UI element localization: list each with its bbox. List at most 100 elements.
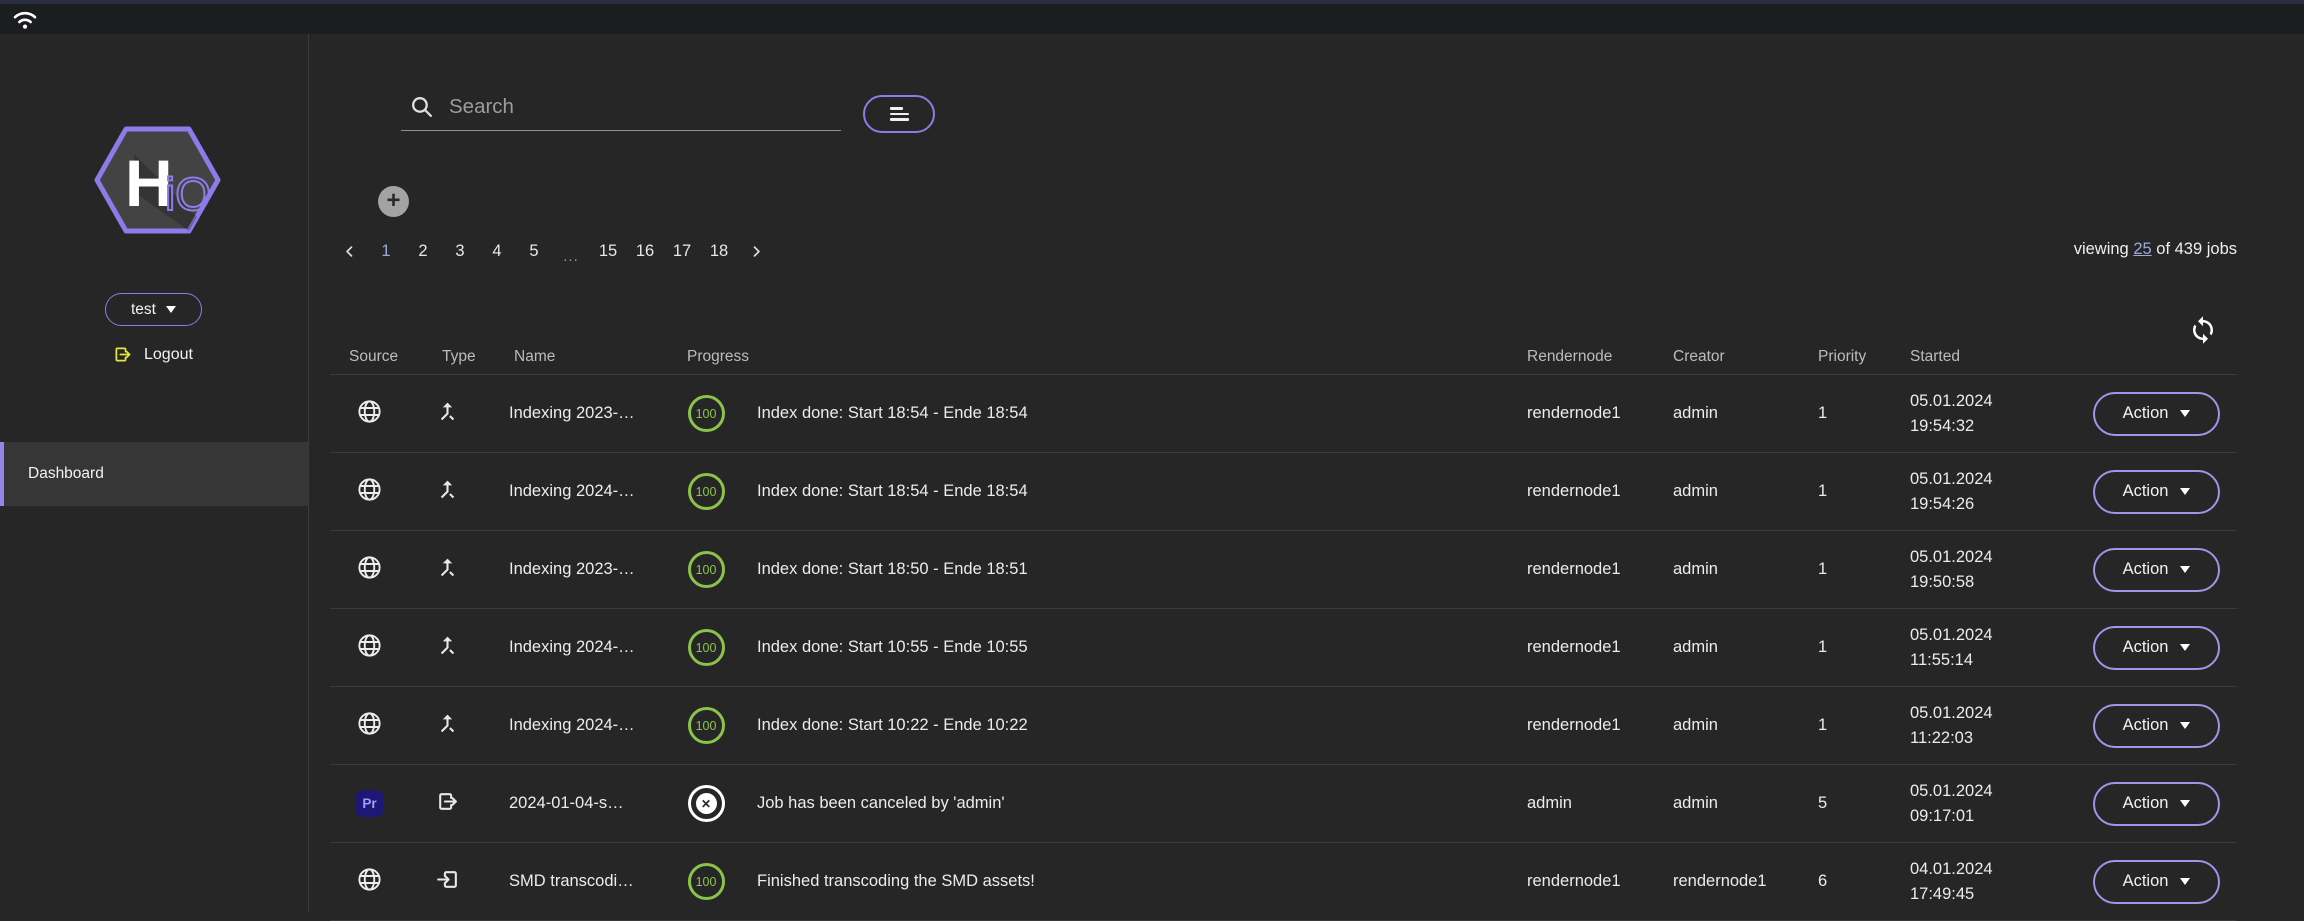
type-cell	[418, 711, 492, 741]
globe-icon	[356, 398, 383, 430]
progress-badge: 100	[688, 473, 725, 510]
progress-cell: 100	[668, 473, 744, 510]
merge-icon	[435, 633, 460, 663]
chevron-down-icon	[2180, 566, 2190, 573]
started-time: 19:54:32	[1910, 414, 2040, 439]
column-header-source: Source	[330, 348, 418, 366]
search-input[interactable]	[447, 88, 831, 126]
job-name: Indexing 2023-…	[492, 560, 668, 579]
svg-text:iO: iO	[165, 168, 211, 220]
search-bar	[401, 83, 841, 131]
action-button[interactable]: Action	[2093, 470, 2220, 514]
type-cell	[418, 867, 492, 897]
viewing-count-link[interactable]: 25	[2133, 240, 2151, 258]
chevron-down-icon	[2180, 410, 2190, 417]
source-cell	[330, 398, 418, 430]
job-name: Indexing 2024-…	[492, 638, 668, 657]
job-started: 04.01.2024 17:49:45	[1880, 857, 2040, 907]
merge-icon	[435, 399, 460, 429]
pagination-page-5[interactable]: 5	[521, 237, 547, 265]
progress-cell: ✕	[668, 785, 744, 822]
progress-cell: 100	[668, 551, 744, 588]
action-label: Action	[2123, 872, 2169, 891]
summary-prefix: viewing	[2074, 240, 2134, 258]
filter-lines-icon	[890, 107, 909, 121]
action-button[interactable]: Action	[2093, 782, 2220, 826]
type-cell	[418, 477, 492, 507]
wifi-icon	[12, 9, 38, 31]
progress-cell: 100	[668, 395, 744, 432]
table-row: SMD transcodi… 100 Finished transcoding …	[330, 843, 2237, 921]
started-date: 05.01.2024	[1910, 701, 2040, 726]
globe-icon	[356, 632, 383, 664]
pagination-next[interactable]	[743, 237, 769, 265]
job-name: Indexing 2023-…	[492, 404, 668, 423]
canceled-icon: ✕	[688, 785, 725, 822]
merge-icon	[435, 477, 460, 507]
summary-suffix: of 439 jobs	[2152, 240, 2237, 258]
pagination-ellipsis: ...	[558, 237, 584, 265]
action-button[interactable]: Action	[2093, 626, 2220, 670]
job-rendernode: rendernode1	[1497, 482, 1643, 501]
job-status: Finished transcoding the SMD assets!	[744, 872, 1497, 891]
job-started: 05.01.2024 11:55:14	[1880, 623, 2040, 673]
job-rendernode: rendernode1	[1497, 716, 1643, 735]
account-dropdown[interactable]: test	[105, 293, 202, 326]
started-date: 05.01.2024	[1910, 623, 2040, 648]
pagination-page-2[interactable]: 2	[410, 237, 436, 265]
sidebar-item-dashboard[interactable]: Dashboard	[0, 442, 308, 506]
job-priority: 5	[1788, 794, 1880, 813]
status-bar	[0, 4, 2304, 34]
logout-label: Logout	[144, 346, 193, 364]
chevron-down-icon	[2180, 878, 2190, 885]
pagination-page-18[interactable]: 18	[706, 237, 732, 265]
source-cell	[330, 554, 418, 586]
source-cell	[330, 476, 418, 508]
source-cell	[330, 632, 418, 664]
started-date: 05.01.2024	[1910, 779, 2040, 804]
job-creator: admin	[1643, 716, 1788, 735]
action-button[interactable]: Action	[2093, 392, 2220, 436]
job-rendernode: rendernode1	[1497, 560, 1643, 579]
type-cell	[418, 633, 492, 663]
jobs-summary: viewing 25 of 439 jobs	[2074, 240, 2237, 259]
jobs-table: SourceTypeNameProgressRendernodeCreatorP…	[330, 340, 2237, 921]
globe-icon	[356, 554, 383, 586]
logout-button[interactable]: Logout	[112, 344, 193, 365]
job-creator: admin	[1643, 482, 1788, 501]
filter-button[interactable]	[863, 95, 935, 133]
table-row: Indexing 2024-… 100 Index done: Start 10…	[330, 687, 2237, 765]
pagination-page-3[interactable]: 3	[447, 237, 473, 265]
table-row: Indexing 2023-… 100 Index done: Start 18…	[330, 531, 2237, 609]
job-status: Index done: Start 10:55 - Ende 10:55	[744, 638, 1497, 657]
action-button[interactable]: Action	[2093, 548, 2220, 592]
started-time: 17:49:45	[1910, 882, 2040, 907]
globe-icon	[356, 710, 383, 742]
progress-cell: 100	[668, 863, 744, 900]
started-time: 11:22:03	[1910, 726, 2040, 751]
started-time: 11:55:14	[1910, 648, 2040, 673]
pagination-page-17[interactable]: 17	[669, 237, 695, 265]
action-button[interactable]: Action	[2093, 860, 2220, 904]
job-started: 05.01.2024 19:50:58	[1880, 545, 2040, 595]
globe-icon	[356, 866, 383, 898]
job-status: Index done: Start 18:54 - Ende 18:54	[744, 482, 1497, 501]
table-body: Indexing 2023-… 100 Index done: Start 18…	[330, 375, 2237, 921]
sidebar-item-label: Dashboard	[28, 465, 104, 483]
job-creator: rendernode1	[1643, 872, 1788, 891]
app-logo: H iO	[92, 122, 223, 238]
progress-badge: 100	[688, 629, 725, 666]
pagination-page-4[interactable]: 4	[484, 237, 510, 265]
pagination-page-1[interactable]: 1	[373, 237, 399, 265]
started-date: 05.01.2024	[1910, 467, 2040, 492]
column-header-progress: Progress	[668, 348, 744, 366]
pagination-page-15[interactable]: 15	[595, 237, 621, 265]
pagination-prev[interactable]	[336, 237, 362, 265]
action-button[interactable]: Action	[2093, 704, 2220, 748]
job-priority: 1	[1788, 482, 1880, 501]
job-name: Indexing 2024-…	[492, 716, 668, 735]
pagination: 12345... 15 16 17 18	[336, 237, 769, 265]
add-job-button[interactable]: +	[378, 186, 409, 217]
pagination-page-16[interactable]: 16	[632, 237, 658, 265]
job-rendernode: admin	[1497, 794, 1643, 813]
